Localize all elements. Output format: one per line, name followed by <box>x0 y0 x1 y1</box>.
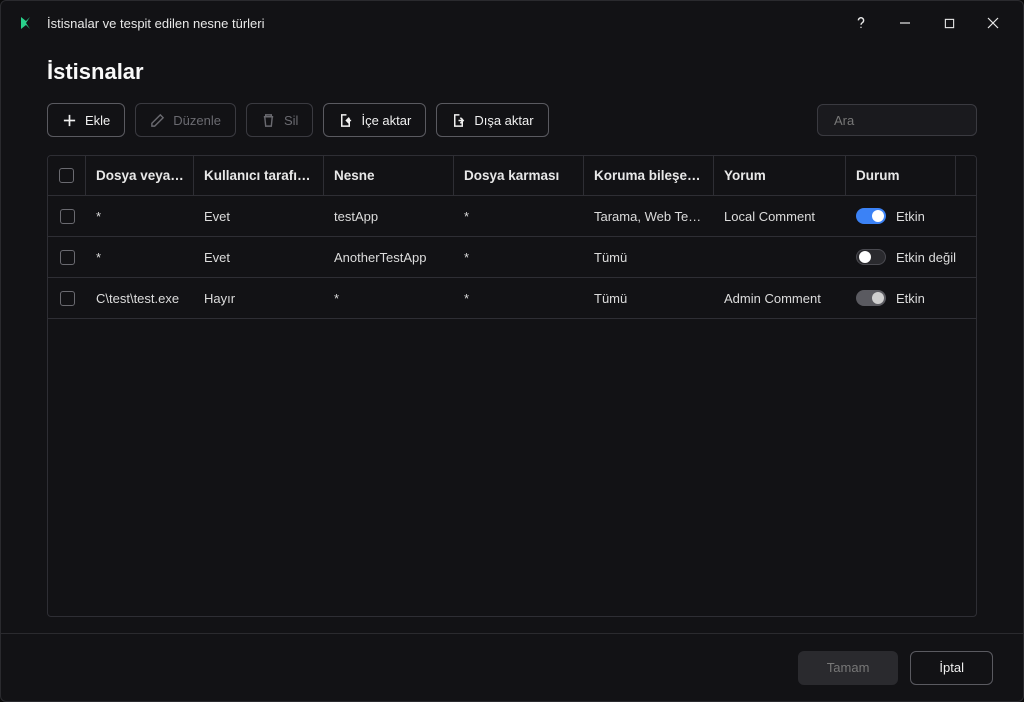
cell-status: Etkin değil <box>846 249 956 265</box>
cell-comment: Local Comment <box>714 209 846 224</box>
header-file[interactable]: Dosya veya… <box>86 156 194 195</box>
cell-hash: * <box>454 250 584 265</box>
cell-file: * <box>86 250 194 265</box>
status-toggle[interactable] <box>856 249 886 265</box>
pencil-icon <box>150 113 165 128</box>
status-label: Etkin değil <box>896 250 956 265</box>
cell-protection: Tarama, Web Te… <box>584 209 714 224</box>
cell-protection: Tümü <box>584 250 714 265</box>
cell-object: AnotherTestApp <box>324 250 454 265</box>
table-body: *EvettestApp*Tarama, Web Te…Local Commen… <box>48 196 976 616</box>
status-label: Etkin <box>896 209 925 224</box>
dialog-footer: Tamam İptal <box>1 633 1023 701</box>
row-checkbox[interactable] <box>60 250 75 265</box>
row-checkbox-cell[interactable] <box>48 291 86 306</box>
export-icon <box>451 113 466 128</box>
cell-status: Etkin <box>846 290 956 306</box>
cell-object: * <box>324 291 454 306</box>
header-hash[interactable]: Dosya karması <box>454 156 584 195</box>
import-button[interactable]: İçe aktar <box>323 103 426 137</box>
page-title: İstisnalar <box>47 59 993 85</box>
content-area: İstisnalar Ekle Düzenle Sil İçe aktar Dı… <box>1 45 1023 633</box>
header-comment[interactable]: Yorum <box>714 156 846 195</box>
ok-button-label: Tamam <box>827 660 870 675</box>
cell-user: Evet <box>194 250 324 265</box>
window-title: İstisnalar ve tespit edilen nesne türler… <box>47 16 839 31</box>
delete-button-label: Sil <box>284 113 298 128</box>
import-button-label: İçe aktar <box>361 113 411 128</box>
status-label: Etkin <box>896 291 925 306</box>
close-button[interactable] <box>971 7 1015 39</box>
trash-icon <box>261 113 276 128</box>
exclusions-table: Dosya veya… Kullanıcı tarafı… Nesne Dosy… <box>47 155 977 617</box>
select-all-checkbox[interactable] <box>59 168 74 183</box>
table-row[interactable]: *EvettestApp*Tarama, Web Te…Local Commen… <box>48 196 976 237</box>
row-checkbox[interactable] <box>60 291 75 306</box>
status-toggle[interactable] <box>856 290 886 306</box>
header-tail <box>956 156 976 195</box>
edit-button-label: Düzenle <box>173 113 221 128</box>
help-button[interactable] <box>839 7 883 39</box>
status-toggle[interactable] <box>856 208 886 224</box>
export-button-label: Dışa aktar <box>474 113 533 128</box>
cell-protection: Tümü <box>584 291 714 306</box>
maximize-button[interactable] <box>927 7 971 39</box>
table-header-row: Dosya veya… Kullanıcı tarafı… Nesne Dosy… <box>48 156 976 196</box>
cell-status: Etkin <box>846 208 956 224</box>
table-row[interactable]: *EvetAnotherTestApp*TümüEtkin değil <box>48 237 976 278</box>
cell-file: C\test\test.exe <box>86 291 194 306</box>
add-button-label: Ekle <box>85 113 110 128</box>
table-row[interactable]: C\test\test.exeHayır**TümüAdmin CommentE… <box>48 278 976 319</box>
header-status[interactable]: Durum <box>846 156 956 195</box>
cancel-button-label: İptal <box>939 660 964 675</box>
cell-comment: Admin Comment <box>714 291 846 306</box>
cell-user: Hayır <box>194 291 324 306</box>
cell-file: * <box>86 209 194 224</box>
cancel-button[interactable]: İptal <box>910 651 993 685</box>
search-input[interactable] <box>834 113 1010 128</box>
row-checkbox[interactable] <box>60 209 75 224</box>
row-checkbox-cell[interactable] <box>48 250 86 265</box>
export-button[interactable]: Dışa aktar <box>436 103 548 137</box>
minimize-button[interactable] <box>883 7 927 39</box>
toolbar: Ekle Düzenle Sil İçe aktar Dışa aktar <box>31 103 993 137</box>
cell-user: Evet <box>194 209 324 224</box>
edit-button: Düzenle <box>135 103 236 137</box>
cell-object: testApp <box>324 209 454 224</box>
header-user[interactable]: Kullanıcı tarafı… <box>194 156 324 195</box>
add-button[interactable]: Ekle <box>47 103 125 137</box>
plus-icon <box>62 113 77 128</box>
titlebar: İstisnalar ve tespit edilen nesne türler… <box>1 1 1023 45</box>
header-protection[interactable]: Koruma bileşe… <box>584 156 714 195</box>
app-logo-icon <box>17 14 35 32</box>
dialog-window: İstisnalar ve tespit edilen nesne türler… <box>0 0 1024 702</box>
header-checkbox-cell[interactable] <box>48 156 86 195</box>
cell-hash: * <box>454 291 584 306</box>
cell-hash: * <box>454 209 584 224</box>
delete-button: Sil <box>246 103 313 137</box>
search-box[interactable] <box>817 104 977 136</box>
ok-button: Tamam <box>798 651 899 685</box>
header-object[interactable]: Nesne <box>324 156 454 195</box>
row-checkbox-cell[interactable] <box>48 209 86 224</box>
import-icon <box>338 113 353 128</box>
